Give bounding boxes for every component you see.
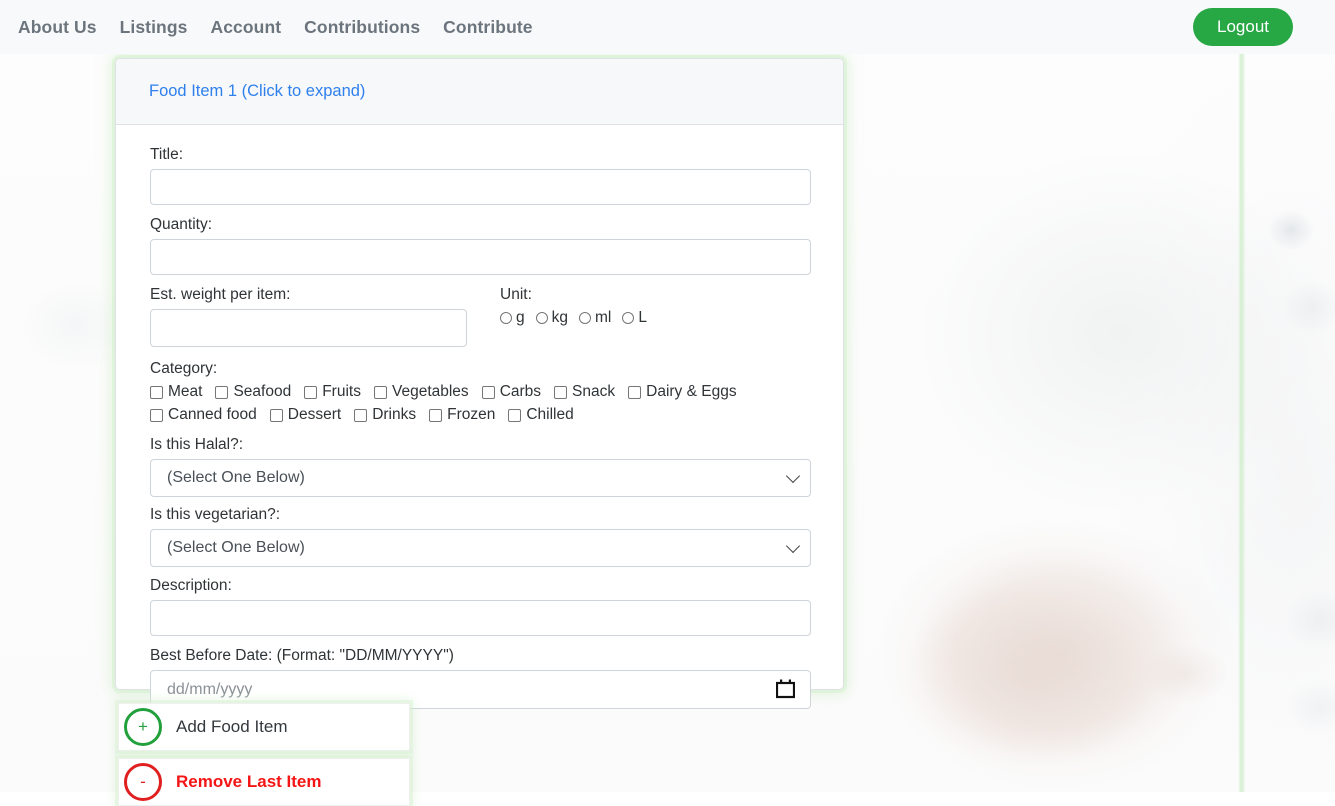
food-item-expand-link[interactable]: Food Item 1 (Click to expand) [149, 82, 365, 101]
unit-radio-ml[interactable]: ml [579, 309, 611, 327]
radio-circle-icon[interactable] [500, 312, 512, 324]
unit-radio-label: ml [595, 309, 612, 326]
category-checkbox-vegetables[interactable]: Vegetables [373, 383, 469, 401]
nav-link-contribute[interactable]: Contribute [443, 17, 532, 38]
category-label-text: Dessert [287, 406, 342, 423]
category-label-text: Drinks [372, 406, 417, 423]
quantity-input[interactable] [150, 239, 811, 275]
halal-select[interactable]: (Select One Below) [150, 459, 811, 497]
unit-column: Unit: g kg ml L [500, 285, 647, 347]
category-label-text: Canned food [168, 406, 257, 423]
category-checkbox-dairy-and-eggs[interactable]: Dairy & Eggs [628, 383, 737, 401]
radio-circle-icon[interactable] [535, 312, 548, 324]
category-label-text: Seafood [233, 383, 292, 400]
checkbox-square-icon[interactable] [628, 385, 642, 399]
nav-link-about-us[interactable]: About Us [18, 17, 97, 38]
category-checkbox-row-2: Canned food Dessert Drinks Frozen Chille… [150, 406, 809, 424]
add-food-item-label: Add Food Item [176, 717, 288, 736]
description-label: Description: [150, 577, 232, 594]
category-checkbox-seafood[interactable]: Seafood [215, 383, 291, 401]
unit-radio-label: kg [551, 309, 568, 326]
category-label-text: Chilled [526, 406, 574, 423]
category-checkbox-chilled[interactable]: Chilled [508, 406, 574, 424]
category-label-text: Snack [572, 383, 616, 400]
checkbox-square-icon[interactable] [150, 408, 163, 422]
background-texture-mark [1282, 280, 1335, 335]
category-checkbox-carbs[interactable]: Carbs [481, 383, 542, 401]
remove-last-item-button[interactable]: - Remove Last Item [118, 758, 410, 806]
plus-icon: + [124, 708, 162, 746]
category-label-text: Meat [168, 383, 203, 400]
background-green-seam [1238, 54, 1245, 792]
vegetarian-select[interactable]: (Select One Below) [150, 529, 811, 567]
description-input[interactable] [150, 600, 811, 636]
category-block: Category: Meat Seafood Fruits Vegetables [150, 359, 809, 424]
category-checkbox-frozen[interactable]: Frozen [429, 406, 495, 424]
unit-radio-kg[interactable]: kg [535, 309, 568, 327]
category-checkbox-fruits[interactable]: Fruits [304, 383, 361, 401]
checkbox-square-icon[interactable] [508, 408, 522, 422]
weight-and-unit-row: Est. weight per item: Unit: g kg ml L [150, 285, 809, 347]
category-checkbox-dessert[interactable]: Dessert [269, 406, 342, 424]
vegetarian-select-wrapper: (Select One Below) [150, 529, 811, 567]
category-checkbox-meat[interactable]: Meat [150, 383, 202, 401]
unit-label: Unit: [500, 286, 532, 303]
food-item-card-header[interactable]: Food Item 1 (Click to expand) [116, 59, 843, 125]
add-food-item-button[interactable]: + Add Food Item [118, 703, 410, 751]
checkbox-square-icon[interactable] [354, 408, 368, 422]
checkbox-square-icon[interactable] [269, 408, 283, 422]
best-before-date-label: Best Before Date: (Format: "DD/MM/YYYY") [150, 647, 454, 664]
category-label-text: Fruits [322, 383, 361, 400]
radio-circle-icon[interactable] [579, 312, 591, 324]
category-label-text: Carbs [499, 383, 542, 400]
nav-link-contributions[interactable]: Contributions [304, 17, 420, 38]
halal-select-wrapper: (Select One Below) [150, 459, 811, 497]
checkbox-square-icon[interactable] [304, 385, 318, 399]
checkbox-square-icon[interactable] [554, 385, 568, 399]
nav-link-listings[interactable]: Listings [120, 17, 188, 38]
checkbox-square-icon[interactable] [373, 385, 387, 399]
unit-radio-group: g kg ml L [500, 309, 647, 327]
checkbox-square-icon[interactable] [429, 408, 443, 422]
calendar-icon[interactable] [775, 679, 796, 704]
unit-radio-l[interactable]: L [622, 309, 647, 327]
top-navigation-bar: About Us Listings Account Contributions … [0, 0, 1335, 54]
radio-circle-icon[interactable] [622, 312, 635, 324]
category-checkbox-drinks[interactable]: Drinks [354, 406, 416, 424]
background-texture-mark [1268, 210, 1314, 250]
category-checkbox-canned-food[interactable]: Canned food [150, 406, 257, 424]
title-input[interactable] [150, 169, 811, 205]
category-label: Category: [150, 360, 218, 377]
vegetarian-label: Is this vegetarian?: [150, 506, 281, 523]
checkbox-square-icon[interactable] [215, 385, 229, 399]
background-texture-mark [20, 280, 130, 370]
title-label: Title: [150, 146, 184, 163]
nav-link-account[interactable]: Account [210, 17, 281, 38]
weight-column: Est. weight per item: [150, 285, 495, 347]
checkbox-square-icon[interactable] [150, 385, 163, 399]
halal-label: Is this Halal?: [150, 436, 244, 453]
unit-radio-g[interactable]: g [500, 309, 525, 327]
category-checkbox-row-1: Meat Seafood Fruits Vegetables Carbs Sna… [150, 383, 809, 401]
nav-links: About Us Listings Account Contributions … [18, 17, 533, 38]
category-label-text: Vegetables [391, 383, 469, 400]
unit-radio-label: L [638, 309, 647, 326]
food-item-card-body: Title: Quantity: Est. weight per item: U… [116, 125, 843, 709]
weight-label: Est. weight per item: [150, 286, 291, 303]
category-checkbox-snack[interactable]: Snack [554, 383, 615, 401]
quantity-label: Quantity: [150, 216, 213, 233]
unit-radio-label: g [516, 309, 525, 326]
checkbox-square-icon[interactable] [481, 385, 495, 399]
category-label-text: Frozen [447, 406, 496, 423]
remove-last-item-label: Remove Last Item [176, 772, 322, 791]
logout-button[interactable]: Logout [1193, 8, 1293, 46]
category-label-text: Dairy & Eggs [646, 383, 737, 400]
weight-input[interactable] [150, 309, 467, 347]
minus-icon: - [124, 763, 162, 801]
food-item-1-card: Food Item 1 (Click to expand) Title: Qua… [115, 58, 844, 709]
